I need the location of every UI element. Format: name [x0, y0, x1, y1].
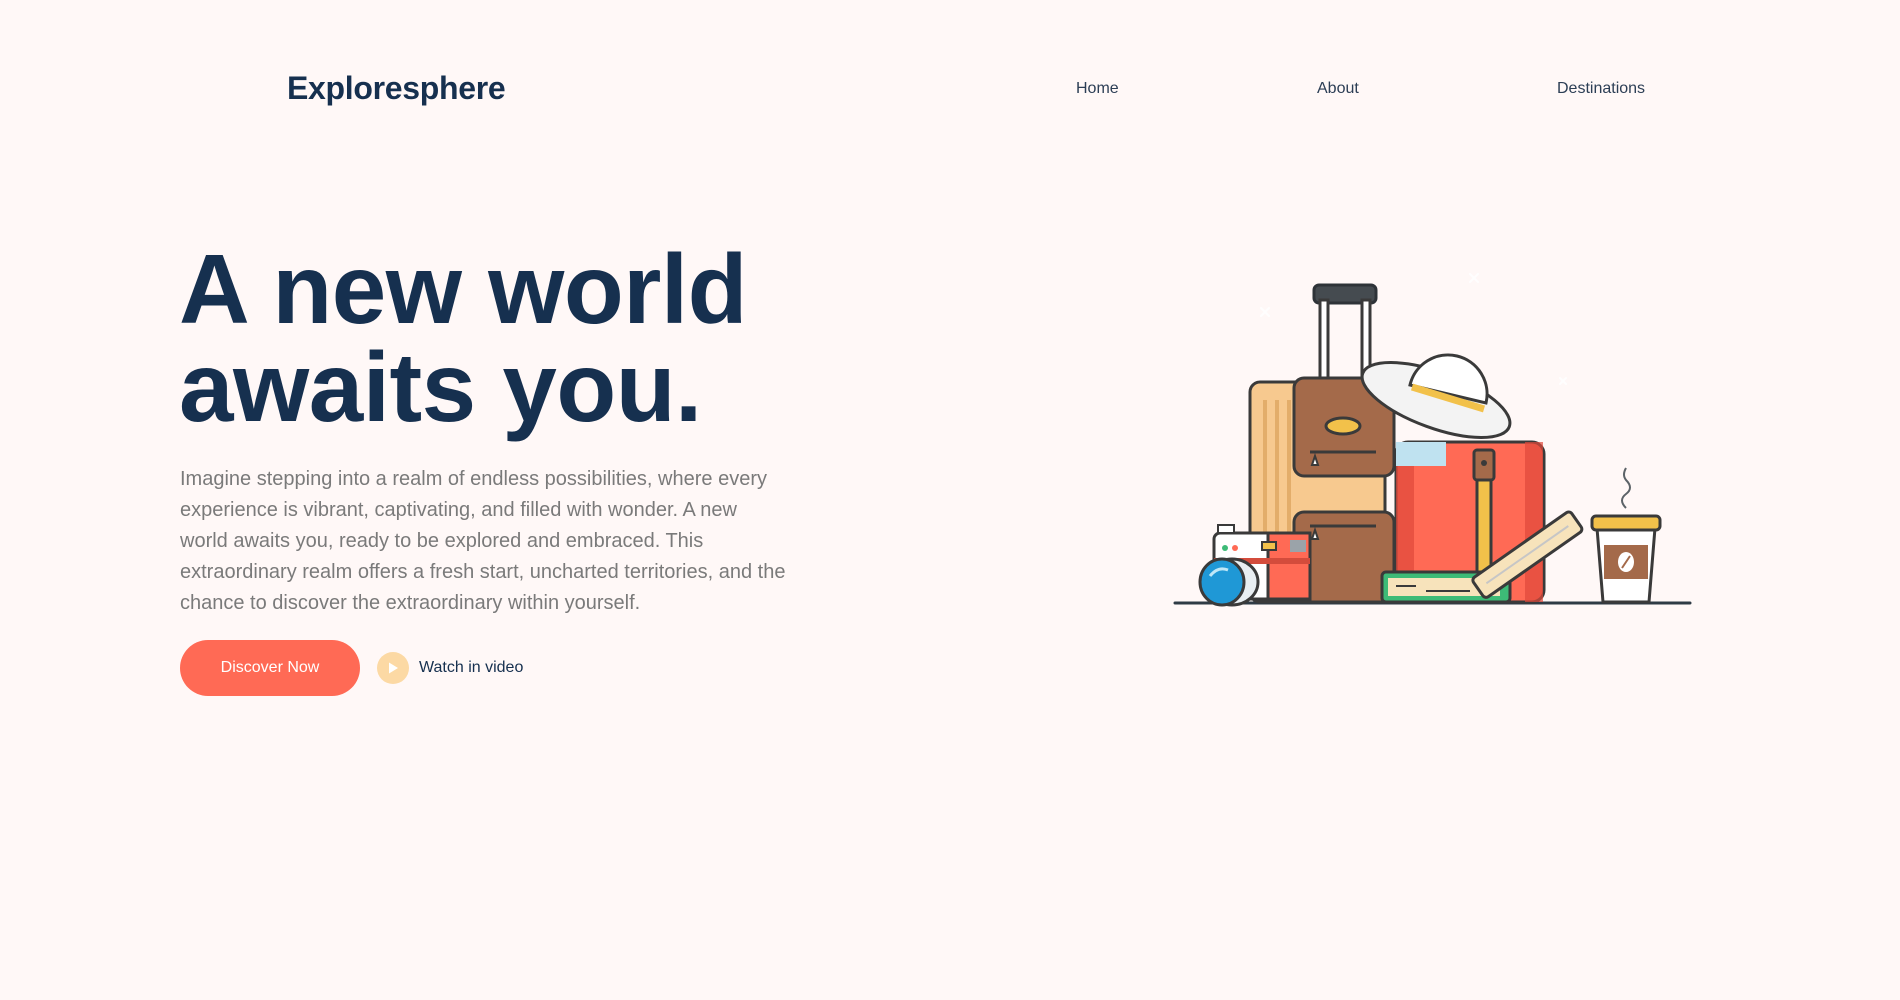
hero-title: A new world awaits you.	[179, 240, 748, 436]
hero-title-line-2: awaits you.	[179, 332, 702, 442]
coffee-cup-icon	[1590, 467, 1662, 604]
nav-link-home[interactable]: Home	[1076, 80, 1119, 98]
hero-description: Imagine stepping into a realm of endless…	[180, 468, 786, 614]
play-icon[interactable]	[377, 652, 409, 684]
travel-luggage-illustration	[1170, 260, 1700, 625]
camera-icon	[1198, 524, 1312, 607]
brand-logo[interactable]: Exploresphere	[287, 70, 506, 107]
landing-page: Exploresphere Home About Destinations A …	[0, 0, 1900, 1000]
watch-video-label: Watch in video	[419, 659, 524, 676]
watch-video-link[interactable]: Watch in video	[377, 652, 523, 684]
discover-now-button[interactable]: Discover Now	[180, 640, 360, 696]
nav-link-about[interactable]: About	[1317, 80, 1359, 98]
hero-title-line-1: A new world	[179, 234, 748, 344]
nav-link-destinations[interactable]: Destinations	[1557, 80, 1645, 98]
